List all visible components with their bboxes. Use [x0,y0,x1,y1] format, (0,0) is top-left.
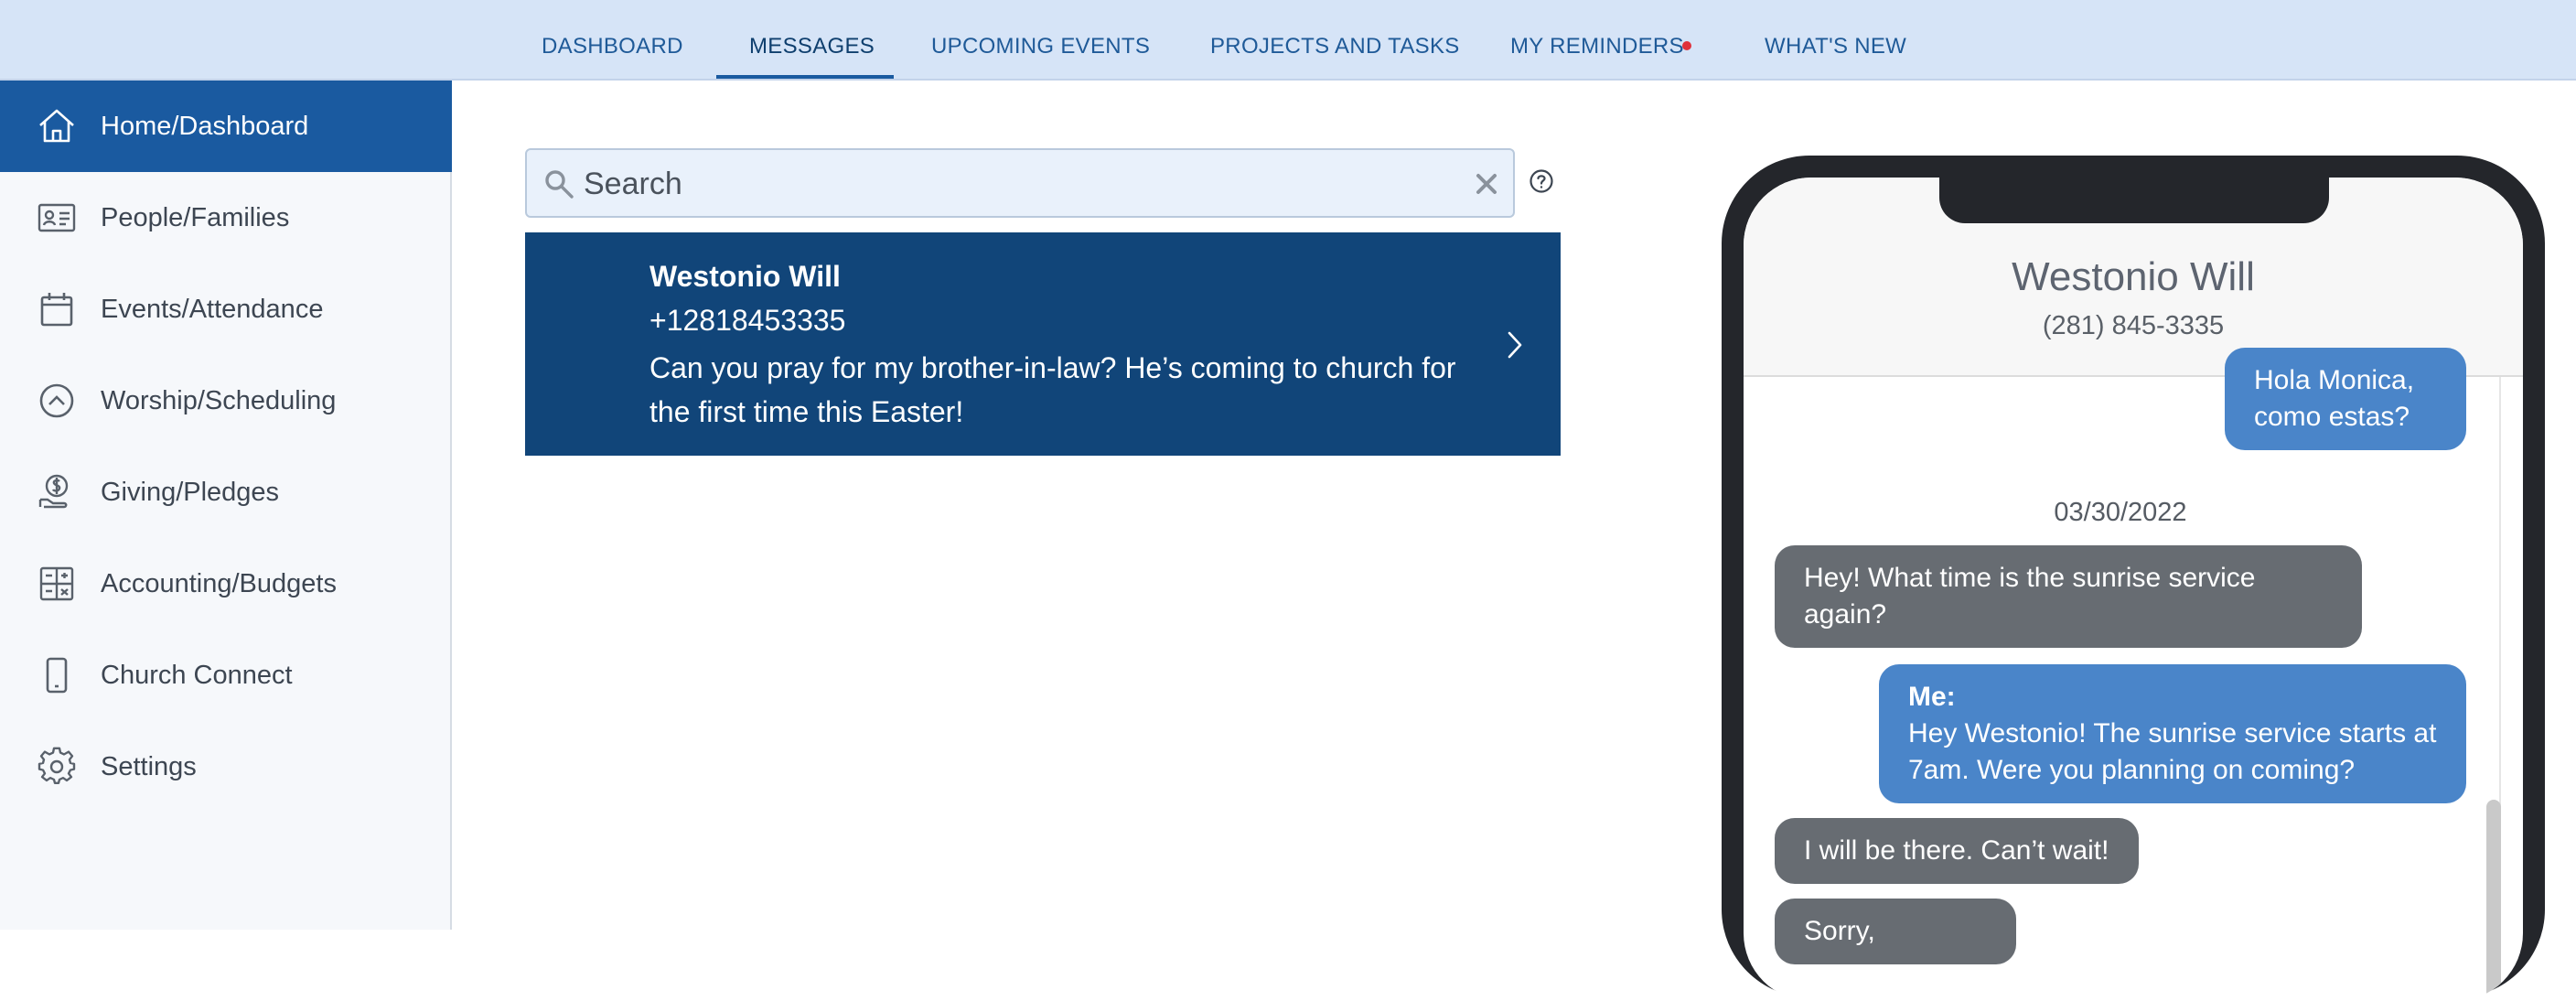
message-text: I will be there. Can’t wait! [1804,835,2109,866]
sidebar-item-label: Accounting/Budgets [101,569,337,598]
help-icon[interactable] [1529,168,1554,194]
calendar-icon [40,293,73,327]
phone-notch [1939,178,2329,223]
search-icon [545,170,574,199]
thread-contact-name: Westonio Will [649,260,841,293]
message-bubble-incoming: Hey! What time is the sunrise service ag… [1775,545,2362,648]
thread-preview-text: Can you pray for my brother-in-law? He’s… [649,351,1456,428]
sidebar-item-home-dashboard[interactable]: Home/Dashboard [0,81,452,172]
search-input[interactable] [582,156,1409,212]
chevron-up-circle-icon [39,383,74,418]
sidebar-item-label: Events/Attendance [101,295,324,324]
sidebar-item-label: Home/Dashboard [101,112,309,141]
grid-icon [39,566,74,601]
sidebar-item-church-connect[interactable]: Church Connect [0,630,452,721]
sidebar-item-giving-pledges[interactable]: Giving/Pledges [0,447,452,538]
conversation-scrollbar[interactable] [2486,800,2501,1001]
message-text: Hey! What time is the sunrise service ag… [1804,563,2256,630]
tab-upcoming-events[interactable]: UPCOMING EVENTS [931,0,1150,81]
message-bubble-outgoing: Me: Hey Westonio! The sunrise service st… [1879,664,2466,803]
message-thread-item[interactable]: Westonio Will +12818453335 Can you pray … [525,232,1561,456]
sidebar-item-worship-scheduling[interactable]: Worship/Scheduling [0,355,452,447]
sidebar-item-label: Worship/Scheduling [101,386,337,415]
tab-my-reminders[interactable]: MY REMINDERS [1510,0,1684,81]
id-card-icon [38,203,76,232]
sidebar-item-events-attendance[interactable]: Events/Attendance [0,264,452,355]
message-text: Hola Monica, como estas? [2254,365,2415,432]
tab-whats-new[interactable]: WHAT'S NEW [1765,0,1906,81]
message-bubble-incoming: Sorry, [1775,899,2016,964]
tab-dashboard[interactable]: DASHBOARD [542,0,683,81]
gear-icon [38,747,76,784]
message-text: Hey Westonio! The sunrise service starts… [1908,718,2437,785]
chevron-right-icon [1508,331,1522,359]
conversation-date: 03/30/2022 [2054,498,2187,527]
conversation-contact-phone: (281) 845-3335 [2042,311,2225,340]
message-bubble-outgoing: Hola Monica, como estas? [2225,348,2466,450]
sidebar-item-label: Giving/Pledges [101,478,280,507]
reminder-notification-dot [1682,41,1691,50]
sidebar-item-people-families[interactable]: People/Families [0,172,452,264]
message-bubble-incoming: I will be there. Can’t wait! [1775,818,2139,884]
phone-frame: Westonio Will (281) 845-3335 Hola Monica… [1722,156,2545,1001]
sidebar-item-settings[interactable]: Settings [0,721,452,813]
sidebar-item-accounting-budgets[interactable]: Accounting/Budgets [0,538,452,630]
tab-projects-and-tasks[interactable]: PROJECTS AND TASKS [1210,0,1460,81]
sidebar-item-label: Settings [101,752,197,781]
top-navigation: DASHBOARD MESSAGES UPCOMING EVENTS PROJE… [0,0,2576,81]
message-sender: Me: [1908,682,1956,712]
search-box [525,148,1515,218]
sidebar-item-label: People/Families [101,203,290,232]
message-text: Sorry, [1804,916,1875,946]
dollar-hand-icon [38,474,69,509]
conversation-contact-name: Westonio Will [2012,254,2255,299]
tab-messages[interactable]: MESSAGES [749,0,875,81]
active-tab-indicator [716,75,894,79]
clear-search-icon[interactable] [1475,172,1498,196]
thread-contact-phone: +12818453335 [649,304,846,337]
sidebar: Home/Dashboard People/Families Events/At… [0,81,452,930]
mobile-icon [46,657,68,694]
sidebar-item-label: Church Connect [101,661,293,690]
home-icon [39,109,74,143]
phone-screen: Westonio Will (281) 845-3335 Hola Monica… [1744,178,2523,1001]
